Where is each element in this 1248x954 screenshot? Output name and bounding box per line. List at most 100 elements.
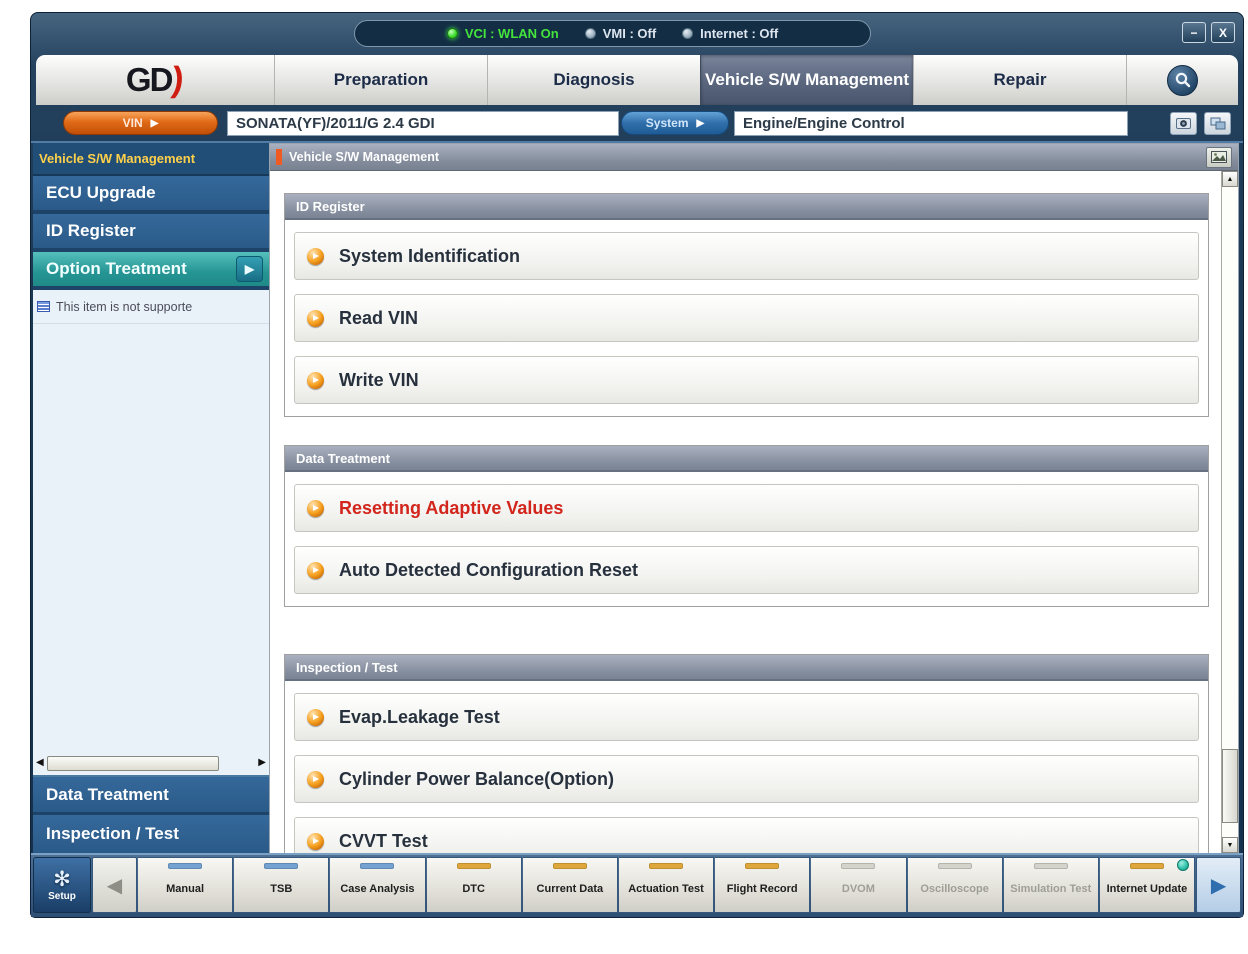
menu-item-system-identification[interactable]: System Identification xyxy=(294,232,1199,280)
vin-button[interactable]: VIN ▶ xyxy=(63,111,218,135)
note-list-icon xyxy=(37,301,50,312)
tab-diagnosis[interactable]: Diagnosis xyxy=(487,55,700,105)
content-title: Vehicle S/W Management xyxy=(289,150,1199,164)
toolbar-button-dtc[interactable]: DTC xyxy=(427,857,522,913)
setup-label: Setup xyxy=(48,891,76,902)
update-badge-icon xyxy=(1177,859,1189,871)
vci-status-label: VCI : WLAN On xyxy=(465,26,559,41)
window-layout-button[interactable] xyxy=(1204,112,1231,135)
scrollbar-track[interactable] xyxy=(1222,187,1238,837)
sidebar-item-label: Data Treatment xyxy=(46,785,169,805)
vin-value-field[interactable]: SONATA(YF)/2011/G 2.4 GDI xyxy=(227,111,619,136)
indicator-bar-icon xyxy=(360,863,394,869)
section-inspection-test: Inspection / Test Evap.Leakage Test Cyli… xyxy=(284,654,1209,853)
menu-item-label: Cylinder Power Balance(Option) xyxy=(339,769,614,790)
capture-tool-button[interactable] xyxy=(1170,112,1197,135)
menu-item-resetting-adaptive-values[interactable]: Resetting Adaptive Values xyxy=(294,484,1199,532)
sidebar-item-option-treatment[interactable]: Option Treatment ▶ xyxy=(33,252,269,290)
gds-app-window: VCI : WLAN On VMI : Off Internet : Off −… xyxy=(30,12,1244,918)
scroll-up-arrow-icon[interactable]: ▲ xyxy=(1222,171,1238,187)
orange-ball-arrow-icon xyxy=(307,709,324,726)
content-vertical-scrollbar[interactable]: ▲ ▼ xyxy=(1221,171,1238,853)
search-icon xyxy=(1174,71,1192,89)
indicator-bar-icon xyxy=(649,863,683,869)
tools-icon: ✻ xyxy=(53,869,71,890)
menu-item-evap-leakage-test[interactable]: Evap.Leakage Test xyxy=(294,693,1199,741)
orange-marker-icon xyxy=(276,149,282,165)
indicator-bar-icon xyxy=(841,863,875,869)
orange-ball-arrow-icon xyxy=(307,771,324,788)
sidebar-item-label: ID Register xyxy=(46,221,136,241)
toolbar-scroll-right-button[interactable]: ▶ xyxy=(1196,857,1241,913)
internet-status-label: Internet : Off xyxy=(700,26,778,41)
image-icon xyxy=(1211,151,1227,163)
vin-button-label: VIN xyxy=(123,116,143,130)
vci-status-dot-icon xyxy=(447,28,458,39)
indicator-bar-icon xyxy=(745,863,779,869)
menu-item-cylinder-power-balance[interactable]: Cylinder Power Balance(Option) xyxy=(294,755,1199,803)
toolbar-button-actuation-test[interactable]: Actuation Test xyxy=(619,857,714,913)
sidebar-item-id-register[interactable]: ID Register xyxy=(33,214,269,252)
toolbar-scroll-left-button[interactable]: ◀ xyxy=(92,857,137,913)
indicator-bar-icon xyxy=(168,863,202,869)
toolbar-button-case-analysis[interactable]: Case Analysis xyxy=(330,857,425,913)
gds-logo: GD ) xyxy=(126,60,184,100)
setup-button[interactable]: ✻ Setup xyxy=(33,857,91,913)
menu-item-label: System Identification xyxy=(339,246,520,267)
sidebar-title: Vehicle S/W Management xyxy=(33,143,269,176)
gds-logo-swoosh-icon: ) xyxy=(170,60,186,100)
menu-item-read-vin[interactable]: Read VIN xyxy=(294,294,1199,342)
system-button[interactable]: System ▶ xyxy=(621,111,729,135)
scrollbar-thumb[interactable] xyxy=(1222,749,1238,823)
section-header: Inspection / Test xyxy=(285,655,1208,681)
sidebar-item-inspection-test[interactable]: Inspection / Test xyxy=(33,815,269,853)
close-button[interactable]: X xyxy=(1211,22,1235,43)
toolbar-button-simulation-test: Simulation Test xyxy=(1004,857,1099,913)
content-header: Vehicle S/W Management xyxy=(270,144,1238,171)
scroll-down-arrow-icon[interactable]: ▼ xyxy=(1222,837,1238,853)
tab-preparation[interactable]: Preparation xyxy=(274,55,487,105)
sidebar-item-ecu-upgrade[interactable]: ECU Upgrade xyxy=(33,176,269,214)
gds-logo-text: GD xyxy=(126,61,172,99)
toolbar-button-dvom: DVOM xyxy=(811,857,906,913)
toolbar-button-current-data[interactable]: Current Data xyxy=(523,857,618,913)
search-button[interactable] xyxy=(1167,65,1198,96)
menu-item-cvvt-test[interactable]: CVVT Test xyxy=(294,817,1199,853)
section-header: Data Treatment xyxy=(285,446,1208,472)
menu-item-label: Resetting Adaptive Values xyxy=(339,498,563,519)
toolbar-button-tsb[interactable]: TSB xyxy=(234,857,329,913)
toolbar-button-internet-update[interactable]: Internet Update xyxy=(1100,857,1195,913)
scrollbar-thumb[interactable] xyxy=(47,756,219,771)
system-value-field[interactable]: Engine/Engine Control xyxy=(734,111,1128,136)
screen-capture-button[interactable] xyxy=(1206,147,1232,168)
menu-item-auto-detected-configuration-reset[interactable]: Auto Detected Configuration Reset xyxy=(294,546,1199,594)
tab-vehicle-sw-management[interactable]: Vehicle S/W Management xyxy=(700,55,913,105)
sidebar-item-data-treatment[interactable]: Data Treatment xyxy=(33,777,269,815)
expand-arrow-button[interactable]: ▶ xyxy=(236,256,263,282)
main-nav: GD ) Preparation Diagnosis Vehicle S/W M… xyxy=(36,55,1238,105)
sidebar-note: This item is not supporte xyxy=(33,290,269,324)
internet-status-dot-icon xyxy=(682,28,693,39)
toolbar-button-oscilloscope: Oscilloscope xyxy=(908,857,1003,913)
scroll-left-arrow-icon[interactable]: ◀ xyxy=(36,758,44,768)
content-body: ID Register System Identification Read V… xyxy=(270,171,1238,853)
minimize-button[interactable]: − xyxy=(1182,22,1206,43)
section-header: ID Register xyxy=(285,194,1208,220)
sidebar-item-label: ECU Upgrade xyxy=(46,183,156,203)
sidebar: Vehicle S/W Management ECU Upgrade ID Re… xyxy=(33,143,269,853)
toolbar-button-manual[interactable]: Manual xyxy=(138,857,233,913)
tab-repair[interactable]: Repair xyxy=(913,55,1126,105)
indicator-bar-icon xyxy=(457,863,491,869)
indicator-bar-icon xyxy=(264,863,298,869)
main-area: Vehicle S/W Management ECU Upgrade ID Re… xyxy=(31,143,1243,853)
menu-item-label: Read VIN xyxy=(339,308,418,329)
scroll-right-arrow-icon[interactable]: ▶ xyxy=(258,758,266,768)
sections-list: ID Register System Identification Read V… xyxy=(270,171,1221,853)
vmi-status: VMI : Off xyxy=(585,26,656,41)
sidebar-horizontal-scrollbar[interactable]: ◀ ▶ xyxy=(33,751,269,775)
menu-item-write-vin[interactable]: Write VIN xyxy=(294,356,1199,404)
section-id-register: ID Register System Identification Read V… xyxy=(284,193,1209,417)
system-arrow-icon: ▶ xyxy=(697,118,705,129)
sidebar-item-label: Inspection / Test xyxy=(46,824,179,844)
toolbar-button-flight-record[interactable]: Flight Record xyxy=(715,857,810,913)
